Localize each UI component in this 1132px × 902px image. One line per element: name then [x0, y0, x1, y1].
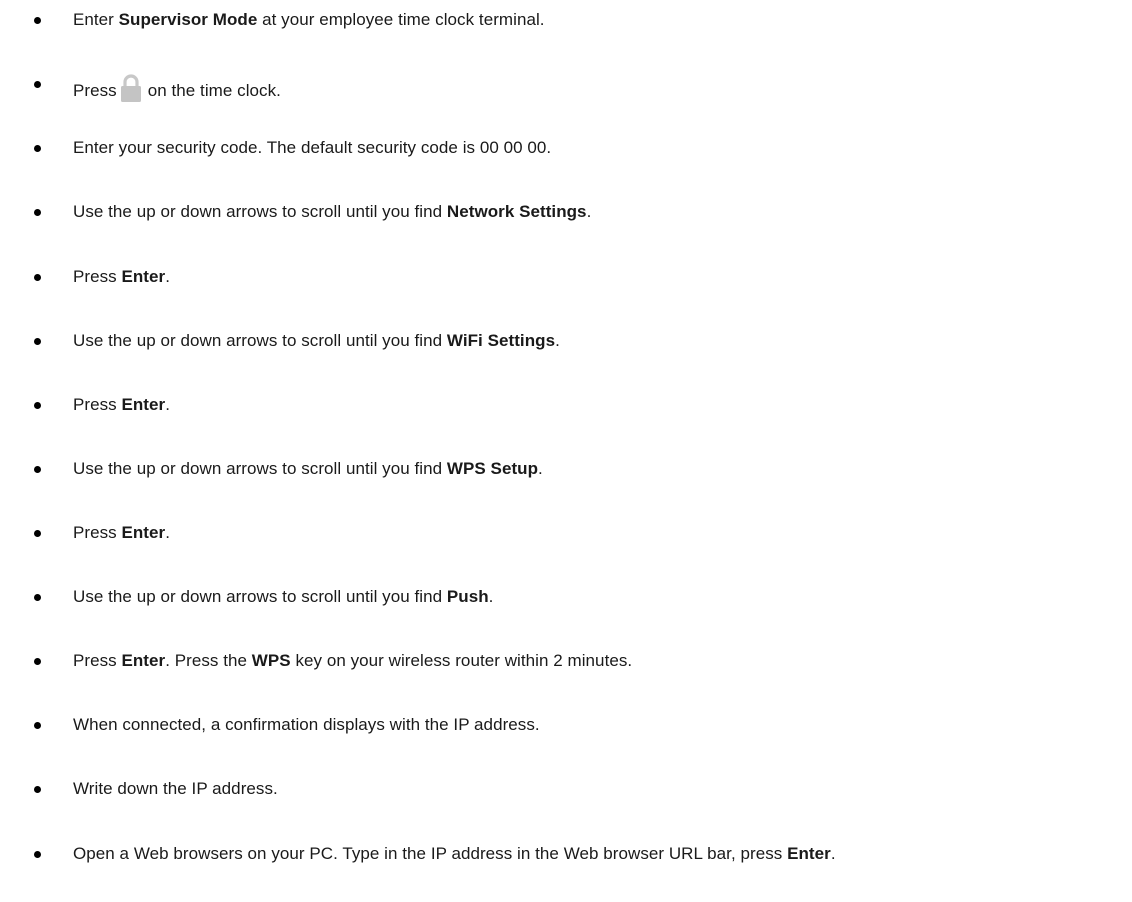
- bold-term: WPS Setup: [446, 459, 539, 478]
- step-text-segment: Open a Web browsers on your PC. Type in …: [73, 844, 788, 863]
- step-text: When connected, a confirmation displays …: [73, 714, 540, 736]
- step-text: Press Enter.: [73, 266, 170, 288]
- step-text: Use the up or down arrows to scroll unti…: [73, 330, 560, 352]
- list-item: Press Enter.: [0, 522, 1132, 552]
- step-text-segment: at your employee time clock terminal.: [257, 10, 545, 29]
- bullet-icon: [34, 786, 41, 793]
- step-text: Enter Supervisor Mode at your employee t…: [73, 9, 545, 31]
- bullet-icon: [34, 722, 41, 729]
- bold-term: Enter: [121, 651, 166, 670]
- bold-term: Network Settings: [446, 202, 587, 221]
- step-text: Open a Web browsers on your PC. Type in …: [73, 843, 836, 865]
- list-item: Write down the IP address.: [0, 778, 1132, 808]
- step-text-segment: Press: [73, 267, 122, 286]
- step-text-segment: Press: [73, 523, 122, 542]
- step-text-segment: .: [538, 459, 543, 478]
- bullet-icon: [34, 851, 41, 858]
- step-text: Write down the IP address.: [73, 778, 278, 800]
- step-text-segment: Write down the IP address.: [73, 779, 278, 798]
- step-text-segment: on the time clock.: [147, 81, 281, 100]
- step-text-segment: .: [830, 844, 836, 863]
- list-item: Use the up or down arrows to scroll unti…: [0, 330, 1132, 360]
- bullet-icon: [34, 338, 41, 345]
- step-text: Use the up or down arrows to scroll unti…: [73, 458, 543, 480]
- bullet-icon: [34, 81, 41, 88]
- bullet-icon: [34, 145, 41, 152]
- step-text-segment: .: [165, 523, 170, 542]
- bold-term: Supervisor Mode: [118, 10, 258, 29]
- step-text-segment: key on your wireless router within 2 min…: [290, 651, 633, 670]
- step-text-segment: Press: [73, 81, 117, 100]
- list-item: Press on the time clock.: [0, 73, 1132, 103]
- list-item: Press Enter.: [0, 266, 1132, 296]
- step-text: Press on the time clock.: [73, 73, 281, 103]
- step-text-segment: Use the up or down arrows to scroll unti…: [73, 587, 447, 606]
- list-item: Use the up or down arrows to scroll unti…: [0, 201, 1132, 231]
- list-item: Use the up or down arrows to scroll unti…: [0, 458, 1132, 488]
- step-text-segment: .: [586, 202, 592, 221]
- step-text-segment: Press: [73, 651, 122, 670]
- step-text-segment: . Press the: [165, 651, 252, 670]
- bullet-icon: [34, 17, 41, 24]
- step-text: Press Enter.: [73, 522, 170, 544]
- list-item: Press Enter. Press the WPS key on your w…: [0, 650, 1132, 680]
- list-item: Use the up or down arrows to scroll unti…: [0, 586, 1132, 616]
- list-item: When connected, a confirmation displays …: [0, 714, 1132, 744]
- step-text-segment: Press: [73, 395, 122, 414]
- step-text-segment: .: [165, 395, 170, 414]
- bullet-icon: [34, 466, 41, 473]
- step-text-segment: .: [488, 587, 494, 606]
- bold-term: Enter: [121, 267, 166, 286]
- step-text: Use the up or down arrows to scroll unti…: [73, 201, 591, 223]
- step-text-segment: Use the up or down arrows to scroll unti…: [73, 202, 447, 221]
- bold-term: WPS: [251, 651, 291, 670]
- step-text-segment: Use the up or down arrows to scroll unti…: [73, 459, 447, 478]
- step-text-segment: Enter your security code. The default se…: [73, 138, 552, 157]
- bold-term: Enter: [121, 395, 166, 414]
- step-text-segment: .: [165, 267, 170, 286]
- step-text: Press Enter.: [73, 394, 170, 416]
- step-text-segment: When connected, a confirmation displays …: [73, 715, 540, 734]
- step-text-segment: Use the up or down arrows to scroll unti…: [73, 331, 447, 350]
- bold-term: WiFi Settings: [446, 331, 556, 350]
- bold-term: Push: [446, 587, 489, 606]
- lock-icon: [120, 73, 142, 103]
- list-item: Press Enter.: [0, 394, 1132, 424]
- bullet-icon: [34, 530, 41, 537]
- step-text-segment: .: [555, 331, 560, 350]
- step-text-segment: Enter: [73, 10, 119, 29]
- step-text: Use the up or down arrows to scroll unti…: [73, 586, 493, 608]
- list-item: Enter your security code. The default se…: [0, 137, 1132, 167]
- bullet-icon: [34, 402, 41, 409]
- bullet-icon: [34, 209, 41, 216]
- bullet-icon: [34, 658, 41, 665]
- list-item: Open a Web browsers on your PC. Type in …: [0, 843, 1132, 873]
- bold-term: Enter: [787, 844, 831, 863]
- list-item: Enter Supervisor Mode at your employee t…: [0, 9, 1132, 39]
- bold-term: Enter: [121, 523, 166, 542]
- step-text: Press Enter. Press the WPS key on your w…: [73, 650, 632, 672]
- step-text: Enter your security code. The default se…: [73, 137, 551, 159]
- bullet-icon: [34, 594, 41, 601]
- bullet-icon: [34, 274, 41, 281]
